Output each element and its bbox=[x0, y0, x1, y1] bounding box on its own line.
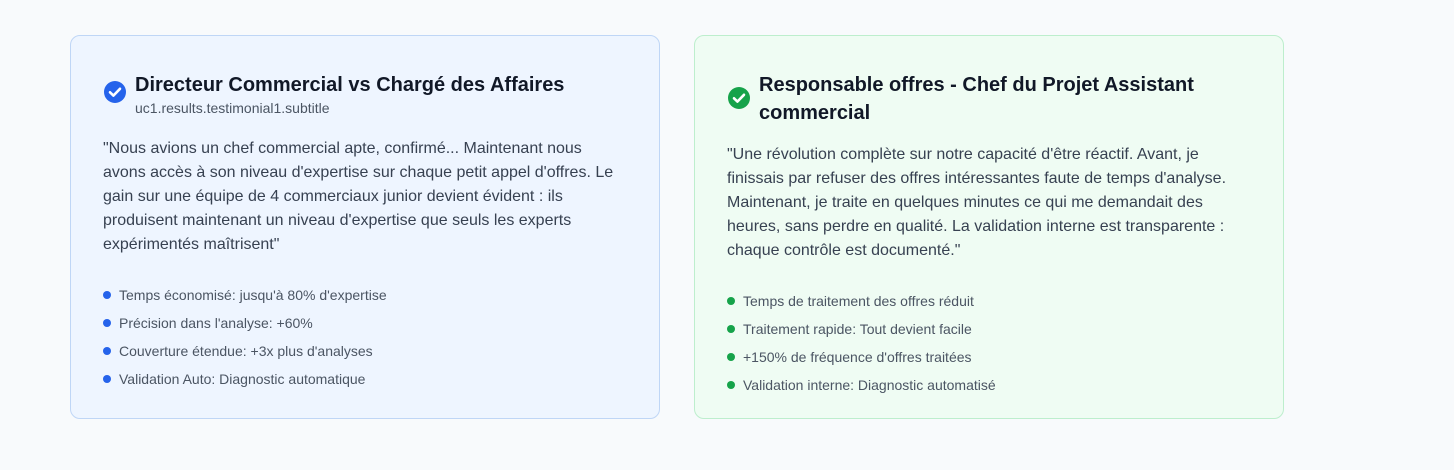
benefit-item: Validation Auto: Diagnostic automatique bbox=[103, 365, 627, 393]
benefit-item: Traitement rapide: Tout devient facile bbox=[727, 315, 1251, 343]
benefit-list: Temps de traitement des offres réduit Tr… bbox=[727, 287, 1251, 399]
benefit-item: +150% de fréquence d'offres traitées bbox=[727, 343, 1251, 371]
benefit-item: Temps de traitement des offres réduit bbox=[727, 287, 1251, 315]
testimonial-title: Responsable offres - Chef du Projet Assi… bbox=[759, 74, 1194, 124]
bullet-dot-icon bbox=[727, 381, 735, 389]
benefit-text: Traitement rapide: Tout devient facile bbox=[743, 321, 972, 337]
bullet-dot-icon bbox=[103, 347, 111, 355]
bullet-dot-icon bbox=[727, 325, 735, 333]
benefit-text: Couverture étendue: +3x plus d'analyses bbox=[119, 343, 373, 359]
benefit-text: Temps de traitement des offres réduit bbox=[743, 293, 974, 309]
testimonial-subtitle: uc1.results.testimonial1.subtitle bbox=[135, 100, 330, 116]
benefit-item: Précision dans l'analyse: +60% bbox=[103, 309, 627, 337]
benefit-item: Couverture étendue: +3x plus d'analyses bbox=[103, 337, 627, 365]
bullet-dot-icon bbox=[103, 291, 111, 299]
benefit-item: Validation interne: Diagnostic automatis… bbox=[727, 371, 1251, 399]
benefit-text: Validation Auto: Diagnostic automatique bbox=[119, 371, 366, 387]
title-wrap: Directeur Commercial vs Chargé des Affai… bbox=[135, 71, 564, 117]
title-wrap: Responsable offres - Chef du Projet Assi… bbox=[759, 71, 1251, 127]
testimonial-header: Directeur Commercial vs Chargé des Affai… bbox=[103, 71, 627, 117]
benefit-text: Précision dans l'analyse: +60% bbox=[119, 315, 313, 331]
testimonial-card-2: Responsable offres - Chef du Projet Assi… bbox=[694, 35, 1284, 419]
bullet-dot-icon bbox=[727, 353, 735, 361]
benefit-text: Temps économisé: jusqu'à 80% d'expertise bbox=[119, 287, 387, 303]
testimonial-header: Responsable offres - Chef du Projet Assi… bbox=[727, 71, 1251, 127]
benefit-text: +150% de fréquence d'offres traitées bbox=[743, 349, 972, 365]
bullet-dot-icon bbox=[727, 297, 735, 305]
testimonial-title: Directeur Commercial vs Chargé des Affai… bbox=[135, 74, 565, 96]
bullet-dot-icon bbox=[103, 375, 111, 383]
check-circle-icon bbox=[728, 87, 750, 109]
benefit-item: Temps économisé: jusqu'à 80% d'expertise bbox=[103, 281, 627, 309]
testimonial-card-1: Directeur Commercial vs Chargé des Affai… bbox=[70, 35, 660, 419]
benefit-text: Validation interne: Diagnostic automatis… bbox=[743, 377, 996, 393]
testimonial-quote: "Nous avions un chef commercial apte, co… bbox=[103, 140, 614, 253]
check-circle-icon bbox=[104, 81, 126, 103]
bullet-dot-icon bbox=[103, 319, 111, 327]
benefit-list: Temps économisé: jusqu'à 80% d'expertise… bbox=[103, 281, 627, 393]
testimonial-quote: "Une révolution complète sur notre capac… bbox=[727, 146, 1227, 259]
